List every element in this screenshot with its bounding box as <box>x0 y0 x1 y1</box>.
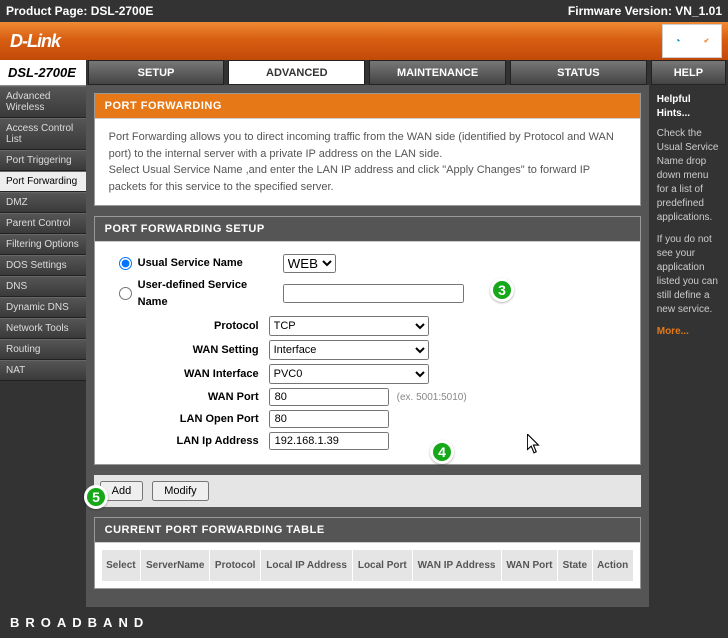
label-wan-port: WAN Port <box>109 389 269 406</box>
intro-text-1: Port Forwarding allows you to direct inc… <box>109 129 626 162</box>
hints-panel: Helpful Hints... Check the Usual Service… <box>649 85 728 347</box>
th-action: Action <box>592 550 633 582</box>
modify-button[interactable]: Modify <box>152 481 208 501</box>
sidebar-item-routing[interactable]: Routing <box>0 339 86 360</box>
intro-text-2: Select Usual Service Name ,and enter the… <box>109 162 626 195</box>
annotation-badge-5: 5 <box>84 485 108 509</box>
radio-usual-service[interactable] <box>119 257 132 270</box>
hints-p2: If you do not see your application liste… <box>657 233 720 317</box>
top-bar: Product Page: DSL-2700E Firmware Version… <box>0 0 728 22</box>
sidebar-item-dos[interactable]: DOS Settings <box>0 255 86 276</box>
th-servername: ServerName <box>141 550 210 582</box>
cursor-icon <box>527 434 541 457</box>
label-usual-service: Usual Service Name <box>138 255 283 272</box>
select-wan-setting[interactable]: Interface <box>269 340 429 360</box>
th-state: State <box>558 550 592 582</box>
sidebar-item-nat[interactable]: NAT <box>0 360 86 381</box>
th-protocol: Protocol <box>210 550 261 582</box>
table-panel: CURRENT PORT FORWARDING TABLE Select Ser… <box>94 517 641 589</box>
brand-logo: D-Link <box>10 31 60 52</box>
tab-help[interactable]: HELP <box>651 60 726 85</box>
hints-title: Helpful Hints... <box>657 93 720 121</box>
intro-panel: PORT FORWARDING Port Forwarding allows y… <box>94 93 641 206</box>
firmware-label: Firmware Version: <box>568 4 672 18</box>
side-nav: Advanced Wireless Access Control List Po… <box>0 86 86 381</box>
tab-status[interactable]: STATUS <box>510 60 647 85</box>
annotation-badge-3: 3 <box>490 278 514 302</box>
radio-user-service[interactable] <box>119 287 132 300</box>
model-label: DSL-2700E <box>0 60 86 86</box>
input-lan-ip[interactable] <box>269 432 389 450</box>
wan-port-hint: (ex. 5001:5010) <box>397 392 467 403</box>
th-wanip: WAN IP Address <box>412 550 501 582</box>
hints-p1: Check the Usual Service Name drop down m… <box>657 127 720 225</box>
vnpt-logo: ◔ <box>675 36 681 47</box>
select-wan-interface[interactable]: PVC0 <box>269 364 429 384</box>
tab-setup[interactable]: SETUP <box>88 60 225 85</box>
sidebar-item-advanced-wireless[interactable]: Advanced Wireless <box>0 86 86 118</box>
label-lan-ip: LAN Ip Address <box>109 433 269 450</box>
firmware-value: VN_1.01 <box>675 4 722 18</box>
select-usual-service[interactable]: WEB <box>283 254 336 273</box>
sidebar-item-port-triggering[interactable]: Port Triggering <box>0 150 86 171</box>
annotation-badge-4: 4 <box>430 440 454 464</box>
sidebar-item-parent-control[interactable]: Parent Control <box>0 213 86 234</box>
input-user-service[interactable] <box>283 284 464 303</box>
brand-banner: D-Link ◔ ✔ <box>0 22 728 60</box>
input-lan-open-port[interactable] <box>269 410 389 428</box>
product-page-label: Product Page: <box>6 4 87 18</box>
footer: BROADBAND <box>0 607 728 638</box>
label-lan-open-port: LAN Open Port <box>109 411 269 428</box>
label-user-service: User-defined Service Name <box>138 277 283 310</box>
sidebar-item-filtering[interactable]: Filtering Options <box>0 234 86 255</box>
setup-title: PORT FORWARDING SETUP <box>95 217 640 242</box>
sidebar-item-dns[interactable]: DNS <box>0 276 86 297</box>
sidebar-item-acl[interactable]: Access Control List <box>0 118 86 150</box>
partner-logos: ◔ ✔ <box>662 24 722 58</box>
intro-title: PORT FORWARDING <box>95 94 640 119</box>
input-wan-port[interactable] <box>269 388 389 406</box>
label-protocol: Protocol <box>109 318 269 335</box>
th-wanport: WAN Port <box>501 550 558 582</box>
sidebar-item-dmz[interactable]: DMZ <box>0 192 86 213</box>
sidebar-item-port-forwarding[interactable]: Port Forwarding <box>0 171 86 192</box>
table-title: CURRENT PORT FORWARDING TABLE <box>95 518 640 543</box>
product-page-value: DSL-2700E <box>91 4 154 18</box>
label-wan-setting: WAN Setting <box>109 342 269 359</box>
select-protocol[interactable]: TCP <box>269 316 429 336</box>
setup-panel: PORT FORWARDING SETUP Usual Service Name… <box>94 216 641 465</box>
tab-advanced[interactable]: ADVANCED <box>228 60 365 85</box>
forwarding-table: Select ServerName Protocol Local IP Addr… <box>101 549 634 582</box>
sidebar-item-network-tools[interactable]: Network Tools <box>0 318 86 339</box>
th-localport: Local Port <box>353 550 412 582</box>
th-localip: Local IP Address <box>261 550 353 582</box>
hints-more-link[interactable]: More... <box>657 325 720 339</box>
label-wan-interface: WAN Interface <box>109 366 269 383</box>
megavnn-logo: ✔ <box>704 37 710 45</box>
top-nav: SETUP ADVANCED MAINTENANCE STATUS <box>86 60 649 85</box>
button-row: Add Modify <box>94 475 641 507</box>
tab-maintenance[interactable]: MAINTENANCE <box>369 60 506 85</box>
th-select: Select <box>101 550 140 582</box>
sidebar-item-dyndns[interactable]: Dynamic DNS <box>0 297 86 318</box>
